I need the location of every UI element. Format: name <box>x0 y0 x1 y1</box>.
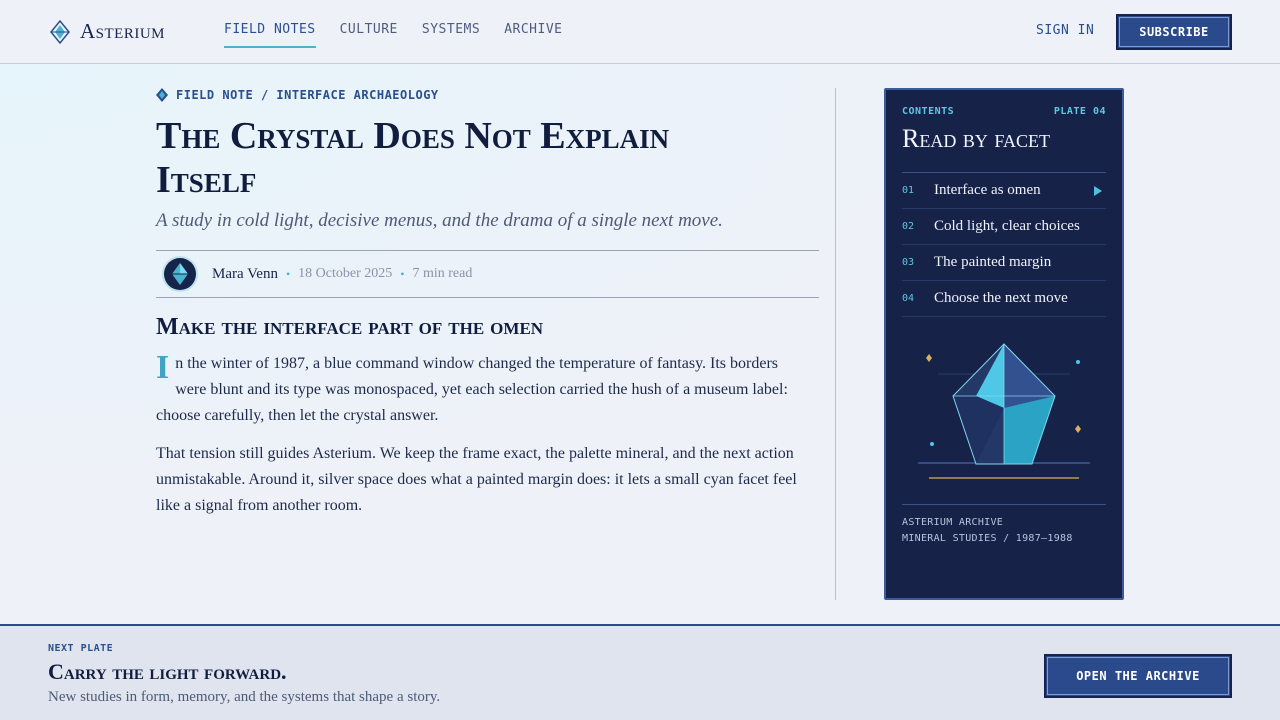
publish-date: 18 October 2025 <box>298 266 393 281</box>
subscribe-button[interactable]: SUBSCRIBE <box>1116 14 1232 50</box>
next-plate-subtitle: New studies in form, memory, and the sys… <box>48 689 441 705</box>
toc-item-next-move[interactable]: 04 Choose the next move <box>902 281 1106 317</box>
byline: Mara Venn • 18 October 2025 • 7 min read <box>156 250 819 298</box>
contents-panel: CONTENTS PLATE 04 Read by facet 01 Inter… <box>884 88 1124 600</box>
main-nav: FIELD NOTES CULTURE SYSTEMS ARCHIVE <box>224 22 586 48</box>
avatar <box>164 258 196 290</box>
nav-item-systems[interactable]: SYSTEMS <box>422 22 480 48</box>
paragraph-2: That tension still guides Asterium. We k… <box>156 445 797 514</box>
read-time: 7 min read <box>412 266 473 281</box>
play-arrow-icon <box>1094 186 1102 196</box>
toc-number: 03 <box>902 257 915 268</box>
article-title: The Crystal Does Not Explain Itself <box>156 115 670 201</box>
separator-dot: • <box>285 266 291 281</box>
toc-item-cold-light[interactable]: 02 Cold light, clear choices <box>902 209 1106 245</box>
crystal-illustration <box>918 343 1090 479</box>
crystal-avatar-icon <box>172 263 188 285</box>
nav-item-field-notes[interactable]: FIELD NOTES <box>224 22 316 48</box>
diamond-icon <box>156 88 168 102</box>
contents-label: CONTENTS <box>902 106 955 117</box>
next-plate-band: NEXT PLATE Carry the light forward. New … <box>0 624 1280 720</box>
archive-line: ASTERIUM ARCHIVE <box>902 517 1004 528</box>
toc-item-interface-as-omen[interactable]: 01 Interface as omen <box>902 173 1106 209</box>
panel-title: Read by facet <box>902 124 1051 153</box>
drop-cap: I <box>156 349 170 386</box>
nav-item-archive[interactable]: ARCHIVE <box>504 22 562 48</box>
toc-number: 02 <box>902 221 915 232</box>
site-header: Asterium FIELD NOTES CULTURE SYSTEMS ARC… <box>0 0 1280 64</box>
sign-in-link[interactable]: SIGN IN <box>1036 23 1094 38</box>
brand-logo[interactable]: Asterium <box>50 19 165 44</box>
panel-footer: ASTERIUM ARCHIVE MINERAL STUDIES / 1987–… <box>902 504 1106 547</box>
author-name[interactable]: Mara Venn <box>212 266 278 283</box>
separator-dot: • <box>400 266 405 281</box>
studies-line: MINERAL STUDIES / 1987–1988 <box>902 533 1073 544</box>
toc-label: Cold light, clear choices <box>934 218 1080 234</box>
plate-label: PLATE 04 <box>1053 106 1106 117</box>
next-plate-title: Carry the light forward. <box>48 659 287 684</box>
article: FIELD NOTE / INTERFACE ARCHAEOLOGY The C… <box>156 88 819 519</box>
paragraph-1: In the winter of 1987, a blue command wi… <box>156 351 801 429</box>
table-of-contents: 01 Interface as omen 02 Cold light, clea… <box>902 172 1106 317</box>
section-heading: Make the interface part of the omen <box>156 314 544 340</box>
column-divider <box>835 88 836 600</box>
crystal-logo-icon <box>50 19 70 44</box>
brand-name: Asterium <box>80 19 166 43</box>
paragraph-1-text: n the winter of 1987, a blue command win… <box>156 355 788 424</box>
toc-number: 01 <box>902 185 915 196</box>
toc-label: Interface as omen <box>934 182 1041 198</box>
open-archive-button[interactable]: OPEN THE ARCHIVE <box>1044 654 1232 698</box>
article-eyebrow: FIELD NOTE / INTERFACE ARCHAEOLOGY <box>156 88 819 102</box>
toc-label: Choose the next move <box>934 290 1068 306</box>
panel-header: CONTENTS PLATE 04 <box>902 106 1106 117</box>
nav-item-culture[interactable]: CULTURE <box>340 22 398 48</box>
next-plate-label: NEXT PLATE <box>48 643 114 654</box>
toc-number: 04 <box>902 293 915 304</box>
toc-item-painted-margin[interactable]: 03 The painted margin <box>902 245 1106 281</box>
toc-label: The painted margin <box>934 254 1052 270</box>
article-subtitle: A study in cold light, decisive menus, a… <box>156 210 723 231</box>
eyebrow-text: FIELD NOTE / INTERFACE ARCHAEOLOGY <box>176 88 439 102</box>
